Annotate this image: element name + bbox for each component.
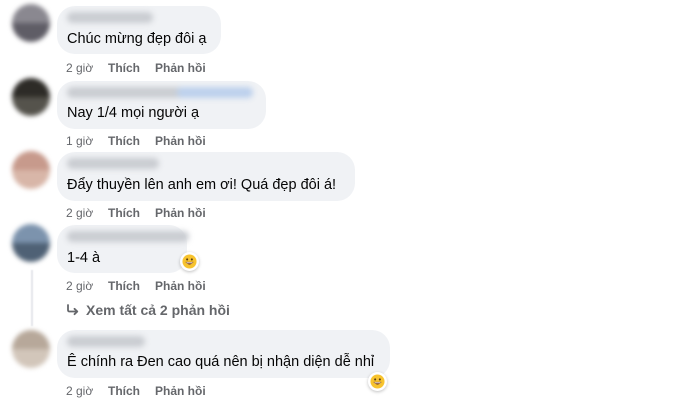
- comment-bubble: 1-4 à: [57, 225, 189, 273]
- like-button[interactable]: Thích: [108, 384, 155, 398]
- comment-text: Ê chính ra Đen cao quá nên bị nhận diện …: [67, 354, 375, 370]
- comment-bubble: Chúc mừng đẹp đôi ạ: [57, 6, 221, 54]
- like-button[interactable]: Thích: [108, 134, 155, 148]
- reply-arrow-icon: [67, 304, 79, 316]
- comment-text: Nay 1/4 mọi người ạ: [67, 105, 200, 121]
- avatar[interactable]: [12, 151, 50, 189]
- reply-button[interactable]: Phản hồi: [155, 61, 206, 75]
- view-replies-label: Xem tất cả 2 phản hồi: [86, 302, 230, 318]
- comment-time[interactable]: 2 giờ: [66, 279, 108, 293]
- comment-text: 1-4 à: [67, 250, 101, 266]
- commenter-name[interactable]: [67, 87, 253, 98]
- comment-text: Đẩy thuyền lên anh em ơi! Quá đẹp đôi á!: [67, 177, 337, 193]
- like-button[interactable]: Thích: [108, 279, 155, 293]
- avatar[interactable]: [12, 78, 50, 116]
- comment-bubble: Nay 1/4 mọi người ạ: [57, 81, 266, 129]
- view-replies-link[interactable]: Xem tất cả 2 phản hồi: [66, 302, 230, 318]
- like-button[interactable]: Thích: [108, 61, 155, 75]
- grinning-emoji-icon[interactable]: [180, 252, 199, 271]
- comment-feed: Chúc mừng đẹp đôi ạ 2 giờ Thích Phản hồi N…: [0, 0, 694, 401]
- commenter-name[interactable]: [67, 158, 159, 169]
- comment-actions: 2 giờ Thích Phản hồi: [66, 279, 206, 293]
- comment-actions: 2 giờ Thích Phản hồi: [66, 61, 206, 75]
- comment-text: Chúc mừng đẹp đôi ạ: [67, 31, 207, 47]
- comment-bubble: Đẩy thuyền lên anh em ơi! Quá đẹp đôi á!: [57, 152, 355, 201]
- comment-actions: 2 giờ Thích Phản hồi: [66, 384, 206, 398]
- comment-actions: 1 giờ Thích Phản hồi: [66, 134, 206, 148]
- commenter-name[interactable]: [67, 12, 153, 23]
- reply-button[interactable]: Phản hồi: [155, 134, 206, 148]
- comment-time[interactable]: 2 giờ: [66, 206, 108, 220]
- comment-time[interactable]: 1 giờ: [66, 134, 108, 148]
- reply-button[interactable]: Phản hồi: [155, 206, 206, 220]
- avatar[interactable]: [12, 224, 50, 262]
- avatar[interactable]: [12, 4, 50, 42]
- comment-time[interactable]: 2 giờ: [66, 61, 108, 75]
- reply-thread-line: [31, 270, 33, 326]
- avatar[interactable]: [12, 330, 50, 368]
- commenter-name[interactable]: [67, 231, 189, 242]
- like-button[interactable]: Thích: [108, 206, 155, 220]
- comment-actions: 2 giờ Thích Phản hồi: [66, 206, 206, 220]
- reply-button[interactable]: Phản hồi: [155, 279, 206, 293]
- comment-time[interactable]: 2 giờ: [66, 384, 108, 398]
- commenter-name[interactable]: [67, 336, 145, 347]
- reply-button[interactable]: Phản hồi: [155, 384, 206, 398]
- comment-bubble: Ê chính ra Đen cao quá nên bị nhận diện …: [57, 330, 390, 378]
- grinning-emoji-icon[interactable]: [368, 372, 387, 391]
